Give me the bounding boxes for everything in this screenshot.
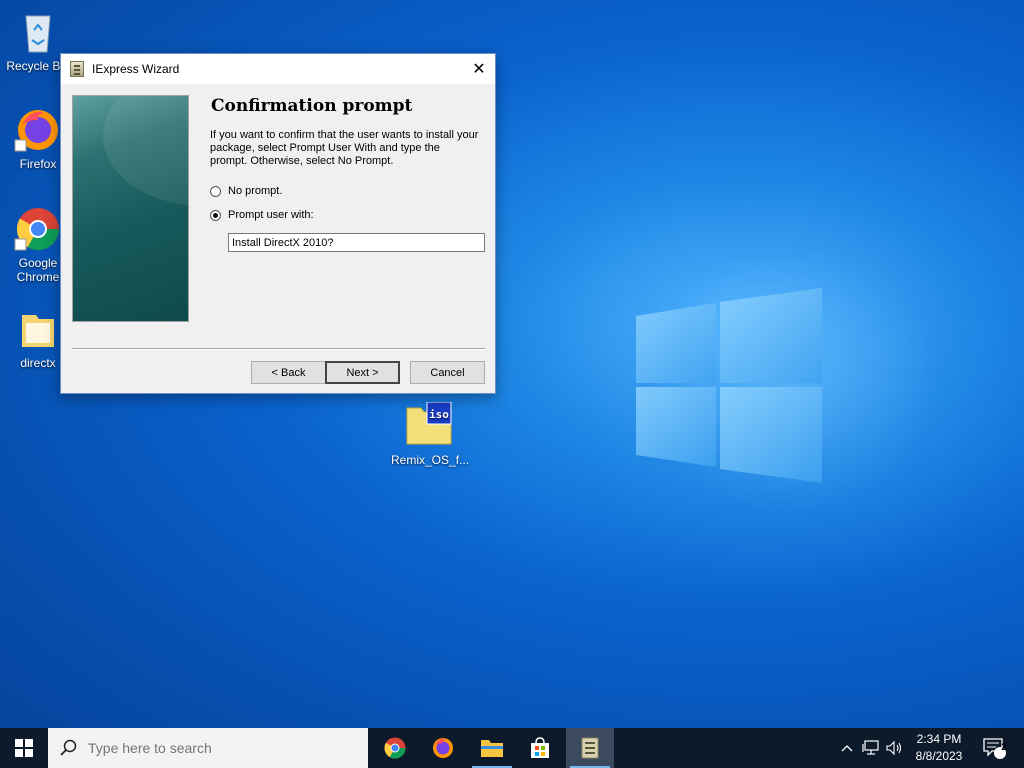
file-explorer-icon <box>481 740 503 757</box>
radio-button[interactable] <box>210 185 221 197</box>
radio-label: No prompt. <box>228 185 283 197</box>
taskbar-firefox[interactable] <box>419 728 467 768</box>
divider <box>72 348 485 350</box>
instructions-text: If you want to confirm that the user wan… <box>210 129 479 167</box>
chevron-up-icon <box>841 745 853 752</box>
svg-text:iso: iso <box>429 408 449 421</box>
taskbar-file-explorer[interactable] <box>468 728 516 768</box>
radio-prompt-user-with[interactable]: Prompt user with: <box>210 209 314 221</box>
chrome-icon <box>14 205 62 253</box>
clock-date: 8/8/2023 <box>915 749 963 763</box>
desktop-icon-remix-os-iso[interactable]: iso Remix_OS_f... <box>391 401 470 467</box>
taskbar-clock[interactable]: 2:34 PM 8/8/2023 <box>908 731 970 765</box>
radio-label: Prompt user with: <box>228 209 314 221</box>
next-button[interactable]: Next > <box>325 361 400 384</box>
store-icon <box>531 737 549 758</box>
search-icon <box>60 739 77 756</box>
close-button[interactable]: ✕ <box>463 54 495 84</box>
desktop-icon-label: Remix_OS_f... <box>391 453 470 467</box>
iexpress-icon <box>70 61 84 77</box>
taskbar-chrome[interactable] <box>371 728 419 768</box>
clock-time: 2:34 PM <box>916 732 962 746</box>
taskbar: 2:34 PM 8/8/2023 2 <box>0 728 1024 768</box>
firefox-icon <box>14 106 62 154</box>
dialog-titlebar[interactable]: IExpress Wizard ✕ <box>61 54 495 84</box>
volume-icon <box>886 740 902 756</box>
folder-icon <box>14 305 62 353</box>
action-center-button[interactable]: 2 <box>978 728 1012 768</box>
chrome-icon <box>384 737 406 759</box>
back-button[interactable]: < Back <box>251 361 326 384</box>
iso-file-icon: iso <box>405 401 453 450</box>
dialog-title: IExpress Wizard <box>92 62 180 76</box>
iexpress-icon <box>581 737 599 759</box>
taskbar-store[interactable] <box>516 728 564 768</box>
prompt-text-input[interactable] <box>228 233 485 252</box>
start-button[interactable] <box>0 728 48 768</box>
iexpress-wizard-dialog: IExpress Wizard ✕ Confirmation prompt If… <box>60 53 496 394</box>
windows-start-icon <box>15 739 33 757</box>
network-icon <box>862 740 879 755</box>
windows-logo-wallpaper <box>636 288 822 483</box>
show-hidden-icons-button[interactable] <box>838 728 856 768</box>
wizard-side-image <box>72 95 189 322</box>
close-icon: ✕ <box>472 61 486 78</box>
radio-button[interactable] <box>210 209 221 221</box>
recycle-bin-icon <box>14 8 62 56</box>
cancel-button[interactable]: Cancel <box>410 361 485 384</box>
volume-button[interactable] <box>884 728 906 768</box>
taskbar-iexpress[interactable] <box>566 728 614 768</box>
radio-no-prompt[interactable]: No prompt. <box>210 185 282 197</box>
firefox-icon <box>433 738 453 758</box>
page-title: Confirmation prompt <box>211 96 413 116</box>
search-input[interactable] <box>88 740 348 756</box>
notification-count-badge: 2 <box>1001 742 1007 753</box>
network-button[interactable] <box>860 728 882 768</box>
taskbar-search-box[interactable] <box>48 728 368 768</box>
